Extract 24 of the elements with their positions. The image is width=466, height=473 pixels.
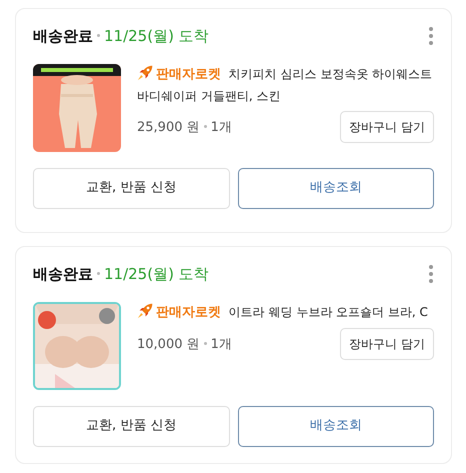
separator-dot	[204, 342, 207, 346]
more-icon[interactable]	[428, 27, 434, 46]
return-request-button[interactable]: 교환, 반품 신청	[33, 168, 230, 208]
track-delivery-button[interactable]: 배송조회	[238, 406, 434, 446]
more-icon[interactable]	[428, 265, 434, 284]
delivery-status: 배송완료	[33, 26, 93, 47]
arrival-date: 11/25(월) 도착	[104, 26, 209, 47]
separator-dot	[97, 272, 100, 276]
arrival-date: 11/25(월) 도착	[104, 264, 209, 285]
quantity: 1개	[210, 118, 232, 136]
price: 25,900 원	[137, 118, 200, 136]
price: 10,000 원	[137, 336, 200, 354]
product-name[interactable]: 판매자로켓 이트라 웨딩 누브라 오프숄더 브라, C	[137, 302, 434, 324]
product-name[interactable]: 판매자로켓 치키피치 심리스 보정속옷 하이웨스트 바디쉐이퍼 거들팬티, 스킨	[137, 64, 434, 108]
add-to-cart-button[interactable]: 장바구니 담기	[340, 328, 434, 360]
track-delivery-button[interactable]: 배송조회	[238, 168, 434, 208]
quantity: 1개	[210, 336, 232, 354]
separator-dot	[97, 34, 100, 38]
rocket-icon	[137, 302, 154, 318]
rocket-icon	[137, 64, 154, 80]
return-request-button[interactable]: 교환, 반품 신청	[33, 406, 230, 446]
separator-dot	[204, 125, 207, 128]
delivery-status: 배송완료	[33, 264, 93, 285]
add-to-cart-button[interactable]: 장바구니 담기	[340, 111, 434, 144]
